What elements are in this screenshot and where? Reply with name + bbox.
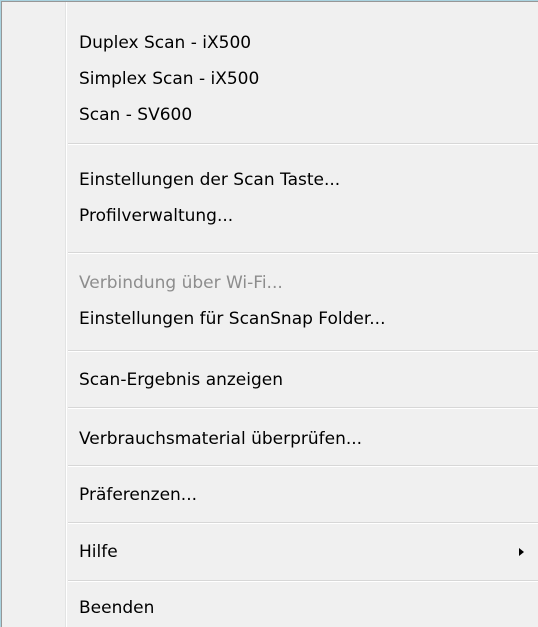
menu-separator bbox=[68, 252, 538, 254]
menu-item-scan-sv600[interactable]: Scan - SV600 bbox=[79, 97, 538, 133]
menu-item-label: Einstellungen für ScanSnap Folder... bbox=[79, 309, 386, 329]
menu-item-preferences[interactable]: Präferenzen... bbox=[79, 477, 538, 513]
menu-item-label: Duplex Scan - iX500 bbox=[79, 33, 252, 53]
menu-item-help[interactable]: Hilfe bbox=[79, 534, 538, 570]
menu-item-wifi-connection: Verbindung über Wi-Fi... bbox=[79, 265, 538, 301]
menu-item-label: Verbindung über Wi-Fi... bbox=[79, 273, 283, 293]
menu-item-simplex-scan-ix500[interactable]: Simplex Scan - iX500 bbox=[79, 61, 538, 97]
menu-item-label: Hilfe bbox=[79, 542, 118, 562]
menu-item-label: Einstellungen der Scan Taste... bbox=[79, 170, 341, 190]
menu-item-label: Verbrauchsmaterial überprüfen... bbox=[79, 429, 363, 449]
chevron-right-icon bbox=[519, 548, 524, 556]
menu-item-scan-button-settings[interactable]: Einstellungen der Scan Taste... bbox=[79, 162, 538, 198]
menu-item-label: Simplex Scan - iX500 bbox=[79, 69, 260, 89]
menu-gutter-highlight bbox=[66, 2, 67, 627]
menu-item-exit[interactable]: Beenden bbox=[79, 590, 538, 626]
menu-item-label: Beenden bbox=[79, 598, 155, 618]
menu-separator bbox=[68, 350, 538, 352]
menu-item-check-consumables[interactable]: Verbrauchsmaterial überprüfen... bbox=[79, 421, 538, 457]
menu-item-duplex-scan-ix500[interactable]: Duplex Scan - iX500 bbox=[79, 25, 538, 61]
menu-item-label: Präferenzen... bbox=[79, 485, 198, 505]
menu-item-label: Scan - SV600 bbox=[79, 105, 193, 125]
menu-separator bbox=[68, 580, 538, 582]
menu-item-show-scan-result[interactable]: Scan-Ergebnis anzeigen bbox=[79, 362, 538, 398]
menu-separator bbox=[68, 407, 538, 409]
menu-item-profile-management[interactable]: Profilverwaltung... bbox=[79, 198, 538, 234]
menu-item-label: Scan-Ergebnis anzeigen bbox=[79, 370, 284, 390]
menu-item-label: Profilverwaltung... bbox=[79, 206, 234, 226]
menu-separator bbox=[68, 465, 538, 467]
menu-separator bbox=[68, 522, 538, 524]
menu-item-scansnap-folder-settings[interactable]: Einstellungen für ScanSnap Folder... bbox=[79, 301, 538, 337]
context-menu: Duplex Scan - iX500 Simplex Scan - iX500… bbox=[1, 1, 538, 627]
menu-separator bbox=[68, 143, 538, 145]
